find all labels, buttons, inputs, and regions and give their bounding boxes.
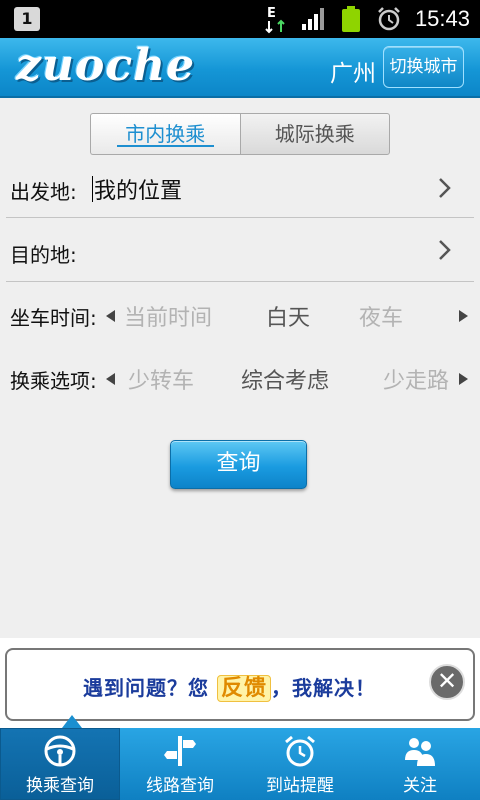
ride-time-selector: 坐车时间: 当前时间 白天 夜车 bbox=[0, 296, 480, 336]
transfer-type-tabs: 市内换乘 城际换乘 bbox=[90, 113, 390, 155]
alarm-clock-icon bbox=[285, 735, 315, 767]
arrow-left-icon[interactable] bbox=[106, 373, 115, 385]
arrow-right-icon[interactable] bbox=[459, 373, 468, 385]
notification-icon[interactable]: 1 bbox=[14, 7, 40, 31]
origin-label: 出发地: bbox=[10, 180, 77, 204]
app-header: zuoche 广州 切换城市 bbox=[0, 38, 480, 98]
feedback-banner[interactable]: 遇到问题？您 反馈 ，我解决！ ✕ bbox=[5, 648, 475, 721]
data-arrows-icon: E bbox=[265, 6, 285, 34]
nav-label: 关注 bbox=[403, 776, 437, 796]
origin-input[interactable]: 我的位置 bbox=[92, 173, 182, 205]
feedback-text-after: ，我解决！ bbox=[270, 676, 376, 700]
nav-label: 到站提醒 bbox=[266, 776, 334, 796]
destination-row[interactable]: 目的地: bbox=[0, 228, 480, 278]
app-logo: zuoche bbox=[16, 40, 196, 91]
active-tab-pointer bbox=[62, 715, 82, 728]
signal-icon bbox=[302, 8, 324, 30]
battery-icon bbox=[342, 6, 360, 32]
current-city: 广州 bbox=[330, 61, 376, 87]
status-bar: 1 E 15:43 bbox=[0, 0, 480, 38]
transfer-option-selected[interactable]: 综合考虑 bbox=[241, 363, 329, 395]
ride-time-option-selected[interactable]: 白天 bbox=[266, 300, 310, 332]
steering-wheel-icon bbox=[44, 735, 76, 767]
route-sign-icon bbox=[164, 736, 196, 766]
transfer-option[interactable]: 少走路 bbox=[383, 363, 453, 395]
arrow-left-icon[interactable] bbox=[106, 310, 115, 322]
ride-time-option[interactable]: 当前时间 bbox=[124, 300, 212, 332]
nav-label: 换乘查询 bbox=[26, 776, 94, 796]
query-button[interactable]: 查询 bbox=[170, 440, 307, 489]
transfer-option[interactable]: 少转车 bbox=[128, 363, 194, 395]
divider bbox=[6, 217, 474, 218]
chevron-right-icon[interactable] bbox=[438, 177, 452, 199]
data-indicator-label: E bbox=[267, 6, 276, 21]
origin-value: 我的位置 bbox=[94, 179, 183, 204]
bottom-nav: 换乘查询 线路查询 到站提醒 关注 bbox=[0, 728, 480, 800]
text-cursor bbox=[92, 176, 93, 202]
tab-city-transfer[interactable]: 市内换乘 bbox=[90, 113, 240, 155]
nav-item-arrival-alert[interactable]: 到站提醒 bbox=[240, 728, 360, 800]
feedback-text-before: 遇到问题？您 bbox=[83, 676, 209, 700]
ride-time-label: 坐车时间: bbox=[10, 306, 97, 330]
divider bbox=[6, 281, 474, 282]
close-icon[interactable]: ✕ bbox=[429, 664, 465, 700]
nav-item-route-query[interactable]: 线路查询 bbox=[120, 728, 240, 800]
origin-row[interactable]: 出发地: 我的位置 bbox=[0, 165, 480, 215]
feedback-link[interactable]: 反馈 bbox=[216, 675, 271, 702]
nav-item-transfer-query[interactable]: 换乘查询 bbox=[0, 728, 120, 800]
transfer-option-selector: 换乘选项: 少转车 综合考虑 少走路 bbox=[0, 359, 480, 399]
alarm-icon bbox=[378, 7, 400, 31]
nav-label: 线路查询 bbox=[146, 776, 214, 796]
people-icon bbox=[405, 738, 435, 766]
switch-city-button[interactable]: 切换城市 bbox=[383, 46, 464, 88]
nav-item-follow[interactable]: 关注 bbox=[360, 728, 480, 800]
chevron-right-icon[interactable] bbox=[438, 239, 452, 261]
destination-label: 目的地: bbox=[10, 243, 77, 267]
feedback-text: 遇到问题？您 反馈 ，我解决！ bbox=[83, 670, 376, 702]
transfer-option-label: 换乘选项: bbox=[10, 369, 97, 393]
arrow-right-icon[interactable] bbox=[459, 310, 468, 322]
tab-intercity-transfer[interactable]: 城际换乘 bbox=[239, 113, 390, 155]
ride-time-option[interactable]: 夜车 bbox=[359, 300, 403, 332]
clock-time: 15:43 bbox=[414, 6, 470, 31]
